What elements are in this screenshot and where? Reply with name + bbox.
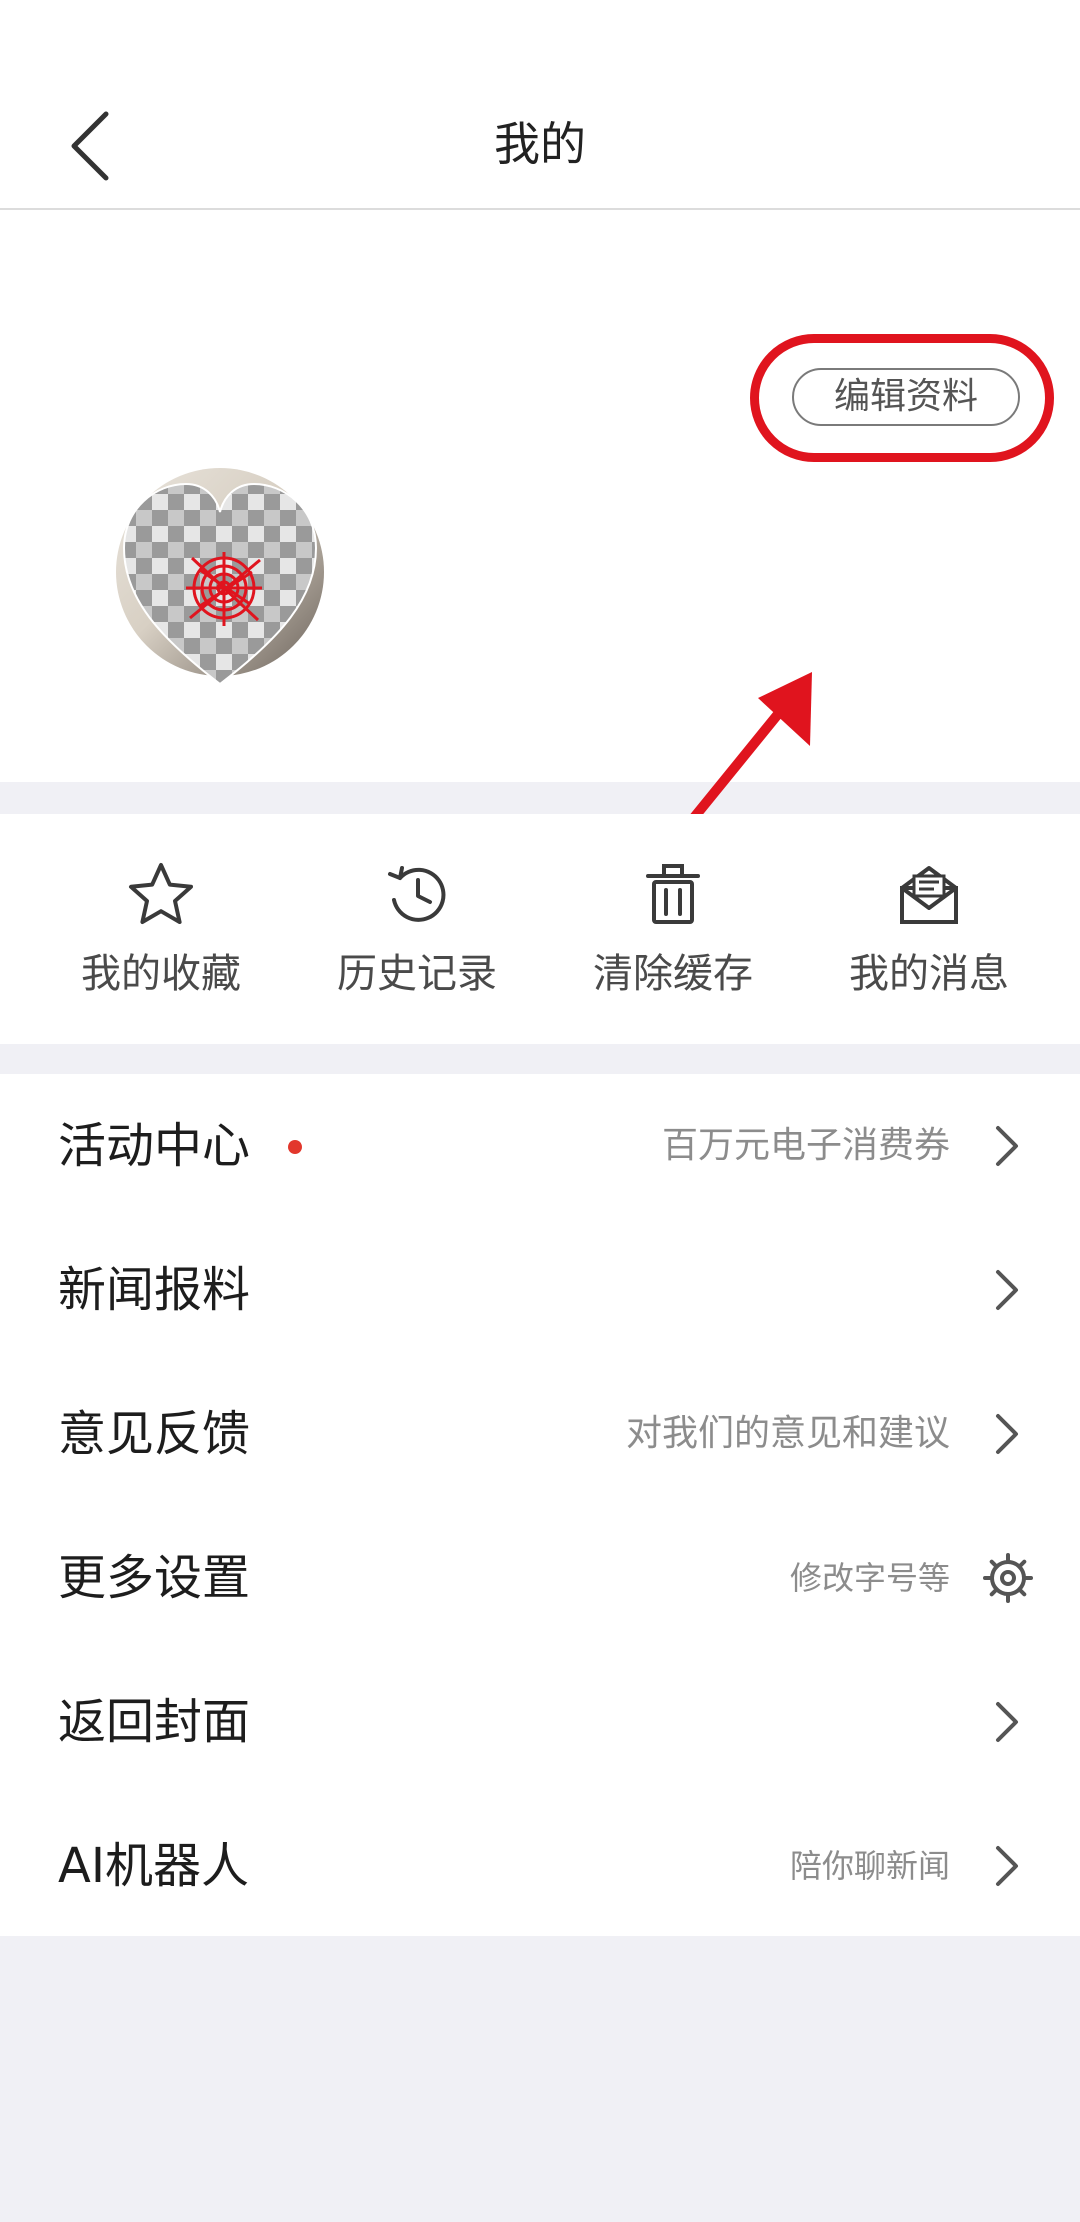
chevron-right-icon: [996, 1702, 1018, 1742]
avatar-privacy-mask: [122, 482, 318, 686]
menu-item-news-tip[interactable]: 新闻报料: [0, 1218, 1080, 1362]
menu-item-subtitle: 对我们的意见和建议: [625, 1413, 950, 1454]
menu-item-title: 意见反馈: [58, 1406, 251, 1462]
page-title: 我的: [494, 117, 586, 171]
trash-icon: [646, 864, 700, 924]
menu-item-feedback[interactable]: 意见反馈 对我们的意见和建议: [0, 1362, 1080, 1506]
notification-dot: [288, 1140, 302, 1154]
clear-cache-label: 清除缓存: [593, 951, 753, 997]
annotation-arrow-icon: [687, 672, 812, 825]
chevron-right-icon: [996, 1270, 1018, 1310]
menu-list: 活动中心 百万元电子消费券 新闻报料 意见反馈 对我们的意见和建议 更多设置 修…: [0, 1074, 1080, 1936]
my-favorites-button[interactable]: 我的收藏: [46, 860, 276, 1020]
menu-item-title: 返回封面: [58, 1694, 251, 1750]
history-label: 历史记录: [337, 951, 497, 997]
menu-item-ai-robot[interactable]: AI机器人 陪你聊新闻: [0, 1794, 1080, 1938]
menu-item-subtitle: 修改字号等: [789, 1559, 950, 1597]
gear-icon: [983, 1553, 1033, 1603]
chevron-right-icon: [996, 1846, 1018, 1886]
history-button[interactable]: 历史记录: [302, 860, 532, 1020]
menu-item-more-settings[interactable]: 更多设置 修改字号等: [0, 1506, 1080, 1650]
history-icon: [388, 866, 446, 922]
my-messages-label: 我的消息: [849, 951, 1009, 997]
mail-icon: [900, 866, 958, 924]
star-icon: [129, 863, 193, 924]
top-bar: 我的: [0, 0, 1080, 210]
clear-cache-button[interactable]: 清除缓存: [558, 860, 788, 1020]
my-messages-button[interactable]: 我的消息: [814, 860, 1044, 1020]
chevron-right-icon: [996, 1126, 1018, 1166]
my-favorites-label: 我的收藏: [81, 951, 241, 997]
menu-item-title: 新闻报料: [58, 1262, 251, 1318]
profile-section: 编辑资料: [0, 210, 1080, 825]
menu-item-back-to-cover[interactable]: 返回封面: [0, 1650, 1080, 1794]
menu-item-subtitle: 百万元电子消费券: [661, 1125, 950, 1166]
menu-item-activity-center[interactable]: 活动中心 百万元电子消费券: [0, 1074, 1080, 1218]
menu-item-title: 更多设置: [58, 1550, 251, 1606]
menu-item-subtitle: 陪你聊新闻: [789, 1847, 950, 1885]
menu-item-title: 活动中心: [58, 1118, 251, 1174]
quick-actions-bar: 我的收藏 历史记录 清除缓存 我的消息: [0, 814, 1080, 1044]
menu-item-title: AI机器人: [58, 1838, 249, 1894]
chevron-right-icon: [996, 1414, 1018, 1454]
